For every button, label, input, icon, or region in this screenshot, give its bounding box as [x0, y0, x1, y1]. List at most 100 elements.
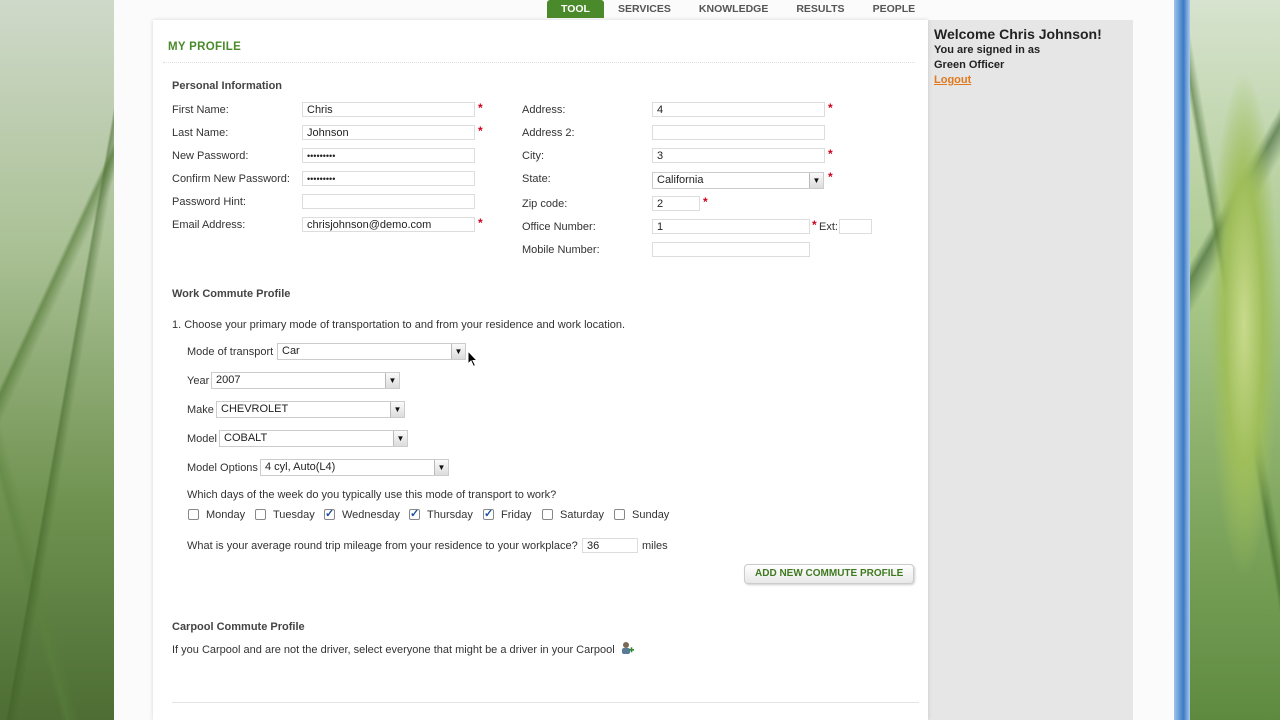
day-label: Monday	[206, 509, 246, 521]
required-mark: *	[703, 195, 708, 209]
state-value: California	[657, 174, 704, 186]
mileage-unit: miles	[642, 540, 668, 552]
add-person-icon[interactable]	[620, 641, 634, 655]
chevron-down-icon[interactable]: ▼	[434, 460, 448, 475]
last-name-label: Last Name:	[172, 127, 229, 139]
office-number-field[interactable]: 1	[652, 219, 810, 234]
chevron-down-icon[interactable]: ▼	[451, 344, 465, 359]
tab-people[interactable]: PEOPLE	[859, 0, 930, 18]
required-mark: *	[478, 216, 483, 230]
zip-label: Zip code:	[522, 198, 568, 210]
tab-results[interactable]: RESULTS	[782, 0, 858, 18]
desktop-background-left	[0, 0, 114, 720]
mobile-number-label: Mobile Number:	[522, 244, 600, 256]
new-password-label: New Password:	[172, 150, 249, 162]
new-password-field[interactable]: •••••••••	[302, 148, 475, 163]
confirm-password-field[interactable]: •••••••••	[302, 171, 475, 186]
day-label: Saturday	[560, 509, 605, 521]
model-value: COBALT	[224, 432, 268, 444]
page-title: MY PROFILE	[168, 41, 242, 53]
profile-form-panel: MY PROFILE Personal Information First Na…	[153, 20, 928, 720]
day-label: Wednesday	[342, 509, 400, 521]
signed-in-label: You are signed in as	[934, 44, 1041, 56]
mode-value: Car	[282, 345, 300, 357]
address2-field[interactable]	[652, 125, 825, 140]
personal-info-heading: Personal Information	[172, 80, 283, 92]
chevron-down-icon[interactable]: ▼	[385, 373, 399, 388]
required-mark: *	[828, 101, 833, 115]
state-label: State:	[522, 173, 551, 185]
mode-label: Mode of transport	[187, 346, 274, 358]
tab-knowledge[interactable]: KNOWLEDGE	[685, 0, 782, 18]
logout-link[interactable]: Logout	[934, 74, 971, 86]
top-nav: TOOL SERVICES KNOWLEDGE RESULTS PEOPLE	[547, 0, 929, 18]
address-field[interactable]: 4	[652, 102, 825, 117]
day-label: Tuesday	[273, 509, 315, 521]
make-select[interactable]: CHEVROLET ▼	[216, 401, 405, 418]
first-name-label: First Name:	[172, 104, 229, 116]
year-value: 2007	[216, 374, 241, 386]
city-label: City:	[522, 150, 544, 162]
days-question: Which days of the week do you typically …	[187, 489, 557, 501]
required-mark: *	[828, 170, 833, 184]
checkbox-sunday[interactable]	[614, 509, 625, 520]
city-field[interactable]: 3	[652, 148, 825, 163]
ext-label: Ext:	[819, 221, 838, 233]
model-options-select[interactable]: 4 cyl, Auto(L4) ▼	[260, 459, 449, 476]
mileage-field[interactable]: 36	[582, 538, 638, 553]
day-label: Friday	[501, 509, 532, 521]
address-label: Address:	[522, 104, 566, 116]
office-number-label: Office Number:	[522, 221, 596, 233]
required-mark: *	[478, 101, 483, 115]
checkbox-wednesday[interactable]: ✓	[324, 509, 335, 520]
model-options-value: 4 cyl, Auto(L4)	[265, 461, 336, 473]
checkbox-tuesday[interactable]	[255, 509, 266, 520]
address2-label: Address 2:	[522, 127, 575, 139]
checkbox-monday[interactable]	[188, 509, 199, 520]
carpool-heading: Carpool Commute Profile	[172, 621, 305, 633]
zip-field[interactable]: 2	[652, 196, 700, 211]
first-name-field[interactable]: Chris	[302, 102, 475, 117]
tab-services[interactable]: SERVICES	[604, 0, 685, 18]
password-hint-field[interactable]	[302, 194, 475, 209]
last-name-field[interactable]: Johnson	[302, 125, 475, 140]
checkbox-thursday[interactable]: ✓	[409, 509, 420, 520]
confirm-password-label: Confirm New Password:	[172, 173, 290, 185]
email-label: Email Address:	[172, 219, 246, 231]
day-label: Thursday	[427, 509, 473, 521]
model-select[interactable]: COBALT ▼	[219, 430, 408, 447]
required-mark: *	[478, 124, 483, 138]
add-commute-profile-button[interactable]: ADD NEW COMMUTE PROFILE	[744, 564, 915, 584]
desktop-background-right	[1190, 0, 1280, 720]
user-sidebar: Welcome Chris Johnson! You are signed in…	[928, 20, 1133, 720]
year-label: Year	[187, 375, 210, 387]
checkbox-friday[interactable]: ✓	[483, 509, 494, 520]
mobile-number-field[interactable]	[652, 242, 810, 257]
transport-question: 1. Choose your primary mode of transport…	[172, 319, 626, 331]
state-select[interactable]: California ▼	[652, 172, 824, 189]
day-label: Sunday	[632, 509, 670, 521]
divider	[163, 62, 915, 63]
mode-select[interactable]: Car ▼	[277, 343, 466, 360]
mileage-question: What is your average round trip mileage …	[187, 540, 578, 552]
chevron-down-icon[interactable]: ▼	[390, 402, 404, 417]
welcome-message: Welcome Chris Johnson!	[934, 26, 1102, 42]
email-field[interactable]: chrisjohnson@demo.com	[302, 217, 475, 232]
mouse-cursor-icon	[467, 350, 478, 368]
ext-field[interactable]	[839, 219, 872, 234]
user-role: Green Officer	[934, 59, 1005, 71]
divider	[172, 702, 919, 703]
model-label: Model	[187, 433, 217, 445]
carpool-text: If you Carpool and are not the driver, s…	[172, 644, 615, 656]
required-mark: *	[828, 147, 833, 161]
work-commute-heading: Work Commute Profile	[172, 288, 291, 300]
chevron-down-icon[interactable]: ▼	[809, 173, 823, 188]
chevron-down-icon[interactable]: ▼	[393, 431, 407, 446]
make-value: CHEVROLET	[221, 403, 289, 415]
window-border	[1174, 0, 1190, 720]
checkbox-saturday[interactable]	[542, 509, 553, 520]
year-select[interactable]: 2007 ▼	[211, 372, 400, 389]
tab-tool[interactable]: TOOL	[547, 0, 604, 18]
password-hint-label: Password Hint:	[172, 196, 246, 208]
required-mark: *	[812, 218, 817, 232]
